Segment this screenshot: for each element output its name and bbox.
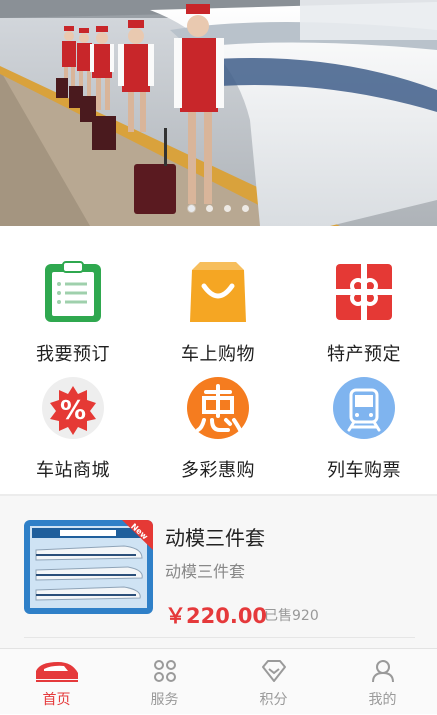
menu-item-specialty-order[interactable]: 特产预定 xyxy=(291,230,437,365)
diamond-icon xyxy=(261,660,286,682)
product-subtitle: 动模三件套 xyxy=(165,562,246,581)
train-icon xyxy=(333,377,395,439)
menu-item-label: 多彩惠购 xyxy=(181,460,255,481)
percent-badge-icon: % xyxy=(42,377,104,439)
bottom-tab-bar: 首页 服务 积分 我的 xyxy=(0,648,437,714)
menu-item-booking[interactable]: 我要预订 xyxy=(0,230,146,365)
carousel-indicator[interactable] xyxy=(0,205,437,212)
carousel-dot[interactable] xyxy=(224,205,231,212)
banner-image xyxy=(0,0,437,226)
tab-mine[interactable]: 我的 xyxy=(328,649,437,715)
menu-item-label: 列车购票 xyxy=(327,460,401,481)
tab-label: 服务 xyxy=(150,692,179,708)
carousel-dot[interactable] xyxy=(188,205,195,212)
menu-item-onboard-shopping[interactable]: 车上购物 xyxy=(145,230,291,365)
product-divider xyxy=(24,637,415,638)
tab-points[interactable]: 积分 xyxy=(219,649,328,715)
clipboard-icon xyxy=(45,261,101,322)
hui-discount-icon xyxy=(187,377,249,439)
shopping-bag-icon xyxy=(190,262,246,322)
tab-home[interactable]: 首页 xyxy=(2,649,111,715)
menu-item-train-tickets[interactable]: 列车购票 xyxy=(291,346,437,481)
menu-item-label: 车站商城 xyxy=(36,460,110,481)
promo-banner[interactable] xyxy=(0,0,437,226)
tab-label: 积分 xyxy=(259,692,288,708)
product-title: 动模三件套 xyxy=(165,526,265,550)
train-front-icon xyxy=(35,662,78,682)
tab-services[interactable]: 服务 xyxy=(110,649,219,715)
product-card[interactable]: New 动模三件套 动模三件套 ￥220.00 已售920 xyxy=(0,496,437,648)
svg-text:%: % xyxy=(60,396,86,426)
product-image: New xyxy=(24,520,153,614)
tab-label: 我的 xyxy=(368,692,397,708)
tab-label: 首页 xyxy=(42,692,71,708)
menu-item-station-mall[interactable]: % 车站商城 xyxy=(0,346,146,481)
carousel-dot[interactable] xyxy=(206,205,213,212)
services-grid-icon xyxy=(153,660,176,682)
gift-box-icon xyxy=(336,264,392,320)
menu-item-colorful-deals[interactable]: 多彩惠购 xyxy=(145,346,291,481)
product-sold-count: 已售920 xyxy=(264,608,319,624)
user-icon xyxy=(371,660,394,683)
service-menu: 我要预订 车上购物 特产预定 % 车站商城 多彩惠购 列车购票 xyxy=(0,226,437,494)
product-price: ￥220.00 xyxy=(165,604,268,628)
carousel-dot[interactable] xyxy=(242,205,249,212)
